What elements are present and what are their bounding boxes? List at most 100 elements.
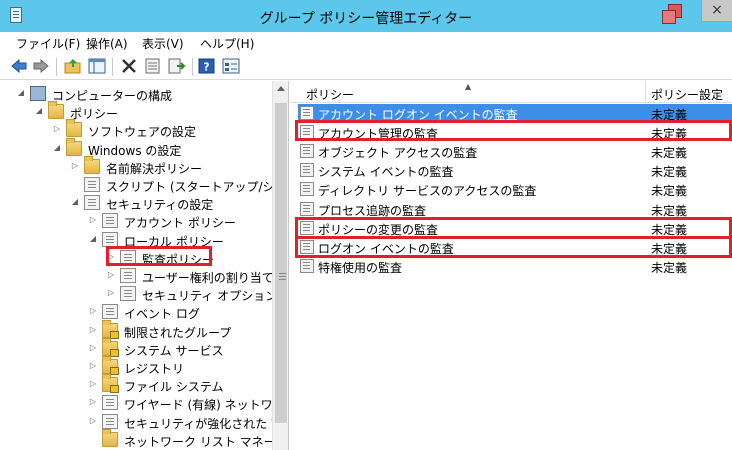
svg-text:?: ? <box>203 61 209 74</box>
back-arrow-icon[interactable] <box>10 58 28 74</box>
tree-item-label: イベント ログ <box>124 307 200 322</box>
tree-item-label: セキュリティの設定 <box>106 198 214 213</box>
tree-item-label: スクリプト (スタートアップ/シャットダウ <box>106 180 288 194</box>
expand-arrow-icon[interactable]: ▷ <box>106 288 116 298</box>
collapse-arrow-icon[interactable]: ◢ <box>52 143 62 153</box>
tree-scrollbar[interactable] <box>272 81 288 450</box>
tree-item-label: ローカル ポリシー <box>124 234 224 249</box>
tree-item-label: セキュリティ オプション <box>142 289 278 304</box>
window-title: グループ ポリシー管理エディター <box>259 11 473 27</box>
properties-icon[interactable] <box>144 58 162 74</box>
expand-arrow-icon[interactable]: ▷ <box>88 379 98 389</box>
console-tree[interactable]: ◢ コンピューターの構成 ◢ ポリシー ▷ ソフトウェアの設定 ◢ Windows の設定 ▷ 名… <box>0 81 289 450</box>
policy-icon <box>120 268 136 283</box>
list-item[interactable]: 特権使用の監査 未定義 <box>298 257 732 276</box>
column-divider[interactable] <box>645 81 646 103</box>
menu-bar: ファイル(F) 操作(A) 表示(V) ヘルプ(H) <box>0 32 732 52</box>
title-bar: グループ ポリシー管理エディター × <box>0 0 732 32</box>
scroll-thumb[interactable] <box>275 103 287 423</box>
tree-item-label: ワイヤード (有線) ネットワーク <box>124 398 289 413</box>
view-icon[interactable] <box>222 58 240 74</box>
toolbar-separator <box>192 58 193 76</box>
collapse-arrow-icon[interactable]: ◢ <box>16 88 26 98</box>
list-item[interactable]: オブジェクト アクセスの監査 未定義 <box>298 142 732 161</box>
policy-setting-icon <box>300 258 314 273</box>
policy-setting-icon <box>300 106 314 120</box>
policy-name: 特権使用の監査 <box>318 260 403 275</box>
locked-folder-icon <box>102 374 119 394</box>
network-icon <box>102 395 118 411</box>
list-item[interactable]: アカウント管理の監査 未定義 <box>298 123 732 142</box>
tree-item-label: コンピューターの構成 <box>52 89 173 103</box>
policy-icon <box>102 231 118 247</box>
list-item[interactable]: ディレクトリ サービスのアクセスの監査 未定義 <box>298 180 732 199</box>
policy-icon <box>102 213 118 229</box>
locked-folder-icon <box>102 337 119 357</box>
expand-arrow-icon[interactable]: ▷ <box>88 416 98 426</box>
policy-icon <box>120 286 136 302</box>
policy-setting-icon <box>300 201 314 216</box>
locked-folder-icon <box>102 356 119 375</box>
tree-item-label: 名前解決ポリシー <box>106 161 203 176</box>
close-button[interactable]: × <box>701 0 732 22</box>
restore-icon[interactable] <box>662 4 682 24</box>
policy-setting-value: 未定義 <box>651 146 688 161</box>
script-icon <box>84 177 100 192</box>
tree-item-label: ポリシー <box>70 107 119 122</box>
policy-setting-icon <box>300 182 314 197</box>
column-policy-setting[interactable]: ポリシー設定 <box>651 86 723 103</box>
forward-arrow-icon[interactable] <box>32 58 50 74</box>
column-policy[interactable]: ポリシー <box>306 86 354 103</box>
expand-arrow-icon[interactable]: ▷ <box>88 343 98 353</box>
show-hide-tree-icon[interactable] <box>88 58 106 74</box>
collapse-arrow-icon[interactable]: ◢ <box>34 106 44 116</box>
list-item[interactable]: システム イベントの監査 未定義 <box>298 161 732 180</box>
expand-arrow-icon[interactable]: ▷ <box>52 124 62 134</box>
folder-icon <box>84 155 100 174</box>
policy-setting-icon <box>300 163 314 178</box>
tree-item-label: ソフトウェアの設定 <box>88 125 197 140</box>
expand-arrow-icon[interactable]: ▷ <box>88 306 98 316</box>
security-icon <box>84 195 100 211</box>
menu-file[interactable]: ファイル(F) <box>16 35 80 52</box>
tree-item-label: レジストリ <box>124 362 185 376</box>
menu-help[interactable]: ヘルプ(H) <box>200 35 254 52</box>
list-item[interactable]: アカウント ログオン イベントの監査 未定義 <box>298 104 732 123</box>
folder-icon <box>66 119 82 138</box>
expand-arrow-icon[interactable]: ▷ <box>88 361 98 371</box>
expand-arrow-icon[interactable]: ▷ <box>88 215 98 225</box>
scroll-grip-icon <box>279 273 286 280</box>
policy-setting-value: 未定義 <box>651 108 688 122</box>
policy-setting-icon <box>300 220 314 235</box>
scroll-up-icon[interactable] <box>277 86 285 91</box>
folder-icon <box>48 101 64 120</box>
tree-item-label: セキュリティが強化された Wind <box>124 416 289 431</box>
expand-arrow-icon[interactable]: ▷ <box>106 270 116 280</box>
menu-view[interactable]: 表示(V) <box>142 35 184 52</box>
help-icon[interactable]: ? <box>198 58 216 74</box>
export-list-icon[interactable] <box>168 58 186 74</box>
delete-icon[interactable] <box>120 58 138 74</box>
menu-action[interactable]: 操作(A) <box>86 35 128 52</box>
expand-arrow-icon[interactable]: ▷ <box>106 252 116 262</box>
list-item[interactable]: ログオン イベントの監査 未定義 <box>298 238 732 257</box>
collapse-arrow-icon[interactable]: ◢ <box>70 197 80 207</box>
toolbar-separator <box>56 58 57 76</box>
policy-setting-value: 未定義 <box>651 241 688 256</box>
list-item[interactable]: プロセス追跡の監査 未定義 <box>298 200 732 219</box>
policy-setting-value: 未定義 <box>651 165 688 180</box>
policy-setting-value: 未定義 <box>651 203 688 218</box>
up-folder-icon[interactable] <box>64 58 82 74</box>
collapse-arrow-icon[interactable]: ◢ <box>88 234 98 244</box>
tree-item-label: Windows の設定 <box>88 143 182 158</box>
expand-arrow-icon[interactable]: ▷ <box>70 161 80 171</box>
policy-name: ポリシーの変更の監査 <box>318 222 439 237</box>
expand-arrow-icon[interactable]: ▷ <box>88 325 98 335</box>
tree-item-label: システム サービス <box>124 343 224 358</box>
expand-arrow-icon[interactable]: ▷ <box>88 397 98 407</box>
policy-name: プロセス追跡の監査 <box>318 203 427 218</box>
tree-item-label: 制限されたグループ <box>124 325 232 340</box>
policy-name: ログオン イベントの監査 <box>318 241 454 256</box>
list-item[interactable]: ポリシーの変更の監査 未定義 <box>298 219 732 238</box>
column-header: ▲ ポリシー ポリシー設定 <box>290 81 732 103</box>
